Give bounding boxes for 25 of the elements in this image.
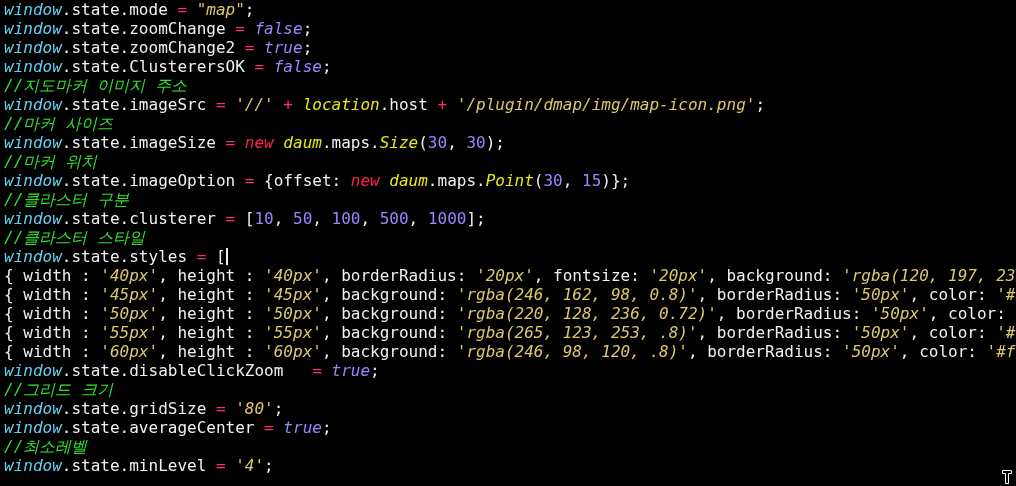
code-line: window.state.gridSize = '80';: [4, 399, 284, 418]
code-line: { width : '40px', height : '40px', borderRadius: '20px', fontsize: '20px', background: 'rgba(120, 197, 23: [4, 266, 1016, 285]
code-line: window.state.imageSrc = '//' + location.host + '/plugin/dmap/img/map-icon.png';: [4, 95, 766, 114]
code-line: window.state.minLevel = '4';: [4, 456, 274, 475]
code-line: { width : '50px', height : '50px', background: 'rgba(220, 128, 236, 0.72)', borderRadius: '50px', color:: [4, 304, 1006, 323]
code-line: //마커 사이즈: [4, 114, 113, 133]
code-line: window.state.zoomChange2 = true;: [4, 38, 313, 57]
code-line: //클라스터 구분: [4, 190, 129, 209]
code-line: window.state.mode = "map";: [4, 0, 255, 19]
code-line: { width : '55px', height : '55px', background: 'rgba(265, 123, 253, .8)', borderRadius: '50px', color: '#: [4, 323, 1016, 342]
code-line: window.state.averageCenter = true;: [4, 418, 332, 437]
code-line: //클라스터 스타일: [4, 228, 145, 247]
code-line: { width : '60px', height : '60px', background: 'rgba(246, 98, 120, .8)', borderRadius: '50px', color: '#f: [4, 342, 1016, 361]
code-line: //최소레벨: [4, 437, 88, 456]
code-line: window.state.zoomChange = false;: [4, 19, 313, 38]
code-line: { width : '45px', height : '45px', background: 'rgba(246, 162, 98, 0.8)', borderRadius: '50px', color: '#: [4, 285, 1016, 304]
code-line: window.state.imageOption = {offset: new daum.maps.Point(30, 15)};: [4, 171, 631, 190]
code-line: //그리드 크기: [4, 380, 113, 399]
code-line: //지도마커 이미지 주소: [4, 76, 187, 95]
code-line: window.state.imageSize = new daum.maps.Size(30, 30);: [4, 133, 505, 152]
code-line: window.state.clusterer = [10, 50, 100, 500, 1000];: [4, 209, 486, 228]
code-line: window.state.ClusterersOK = false;: [4, 57, 332, 76]
code-line: window.state.styles = [: [4, 247, 228, 266]
code-line: //마커 위치: [4, 152, 97, 171]
code-line: window.state.disableClickZoom = true;: [4, 361, 380, 380]
